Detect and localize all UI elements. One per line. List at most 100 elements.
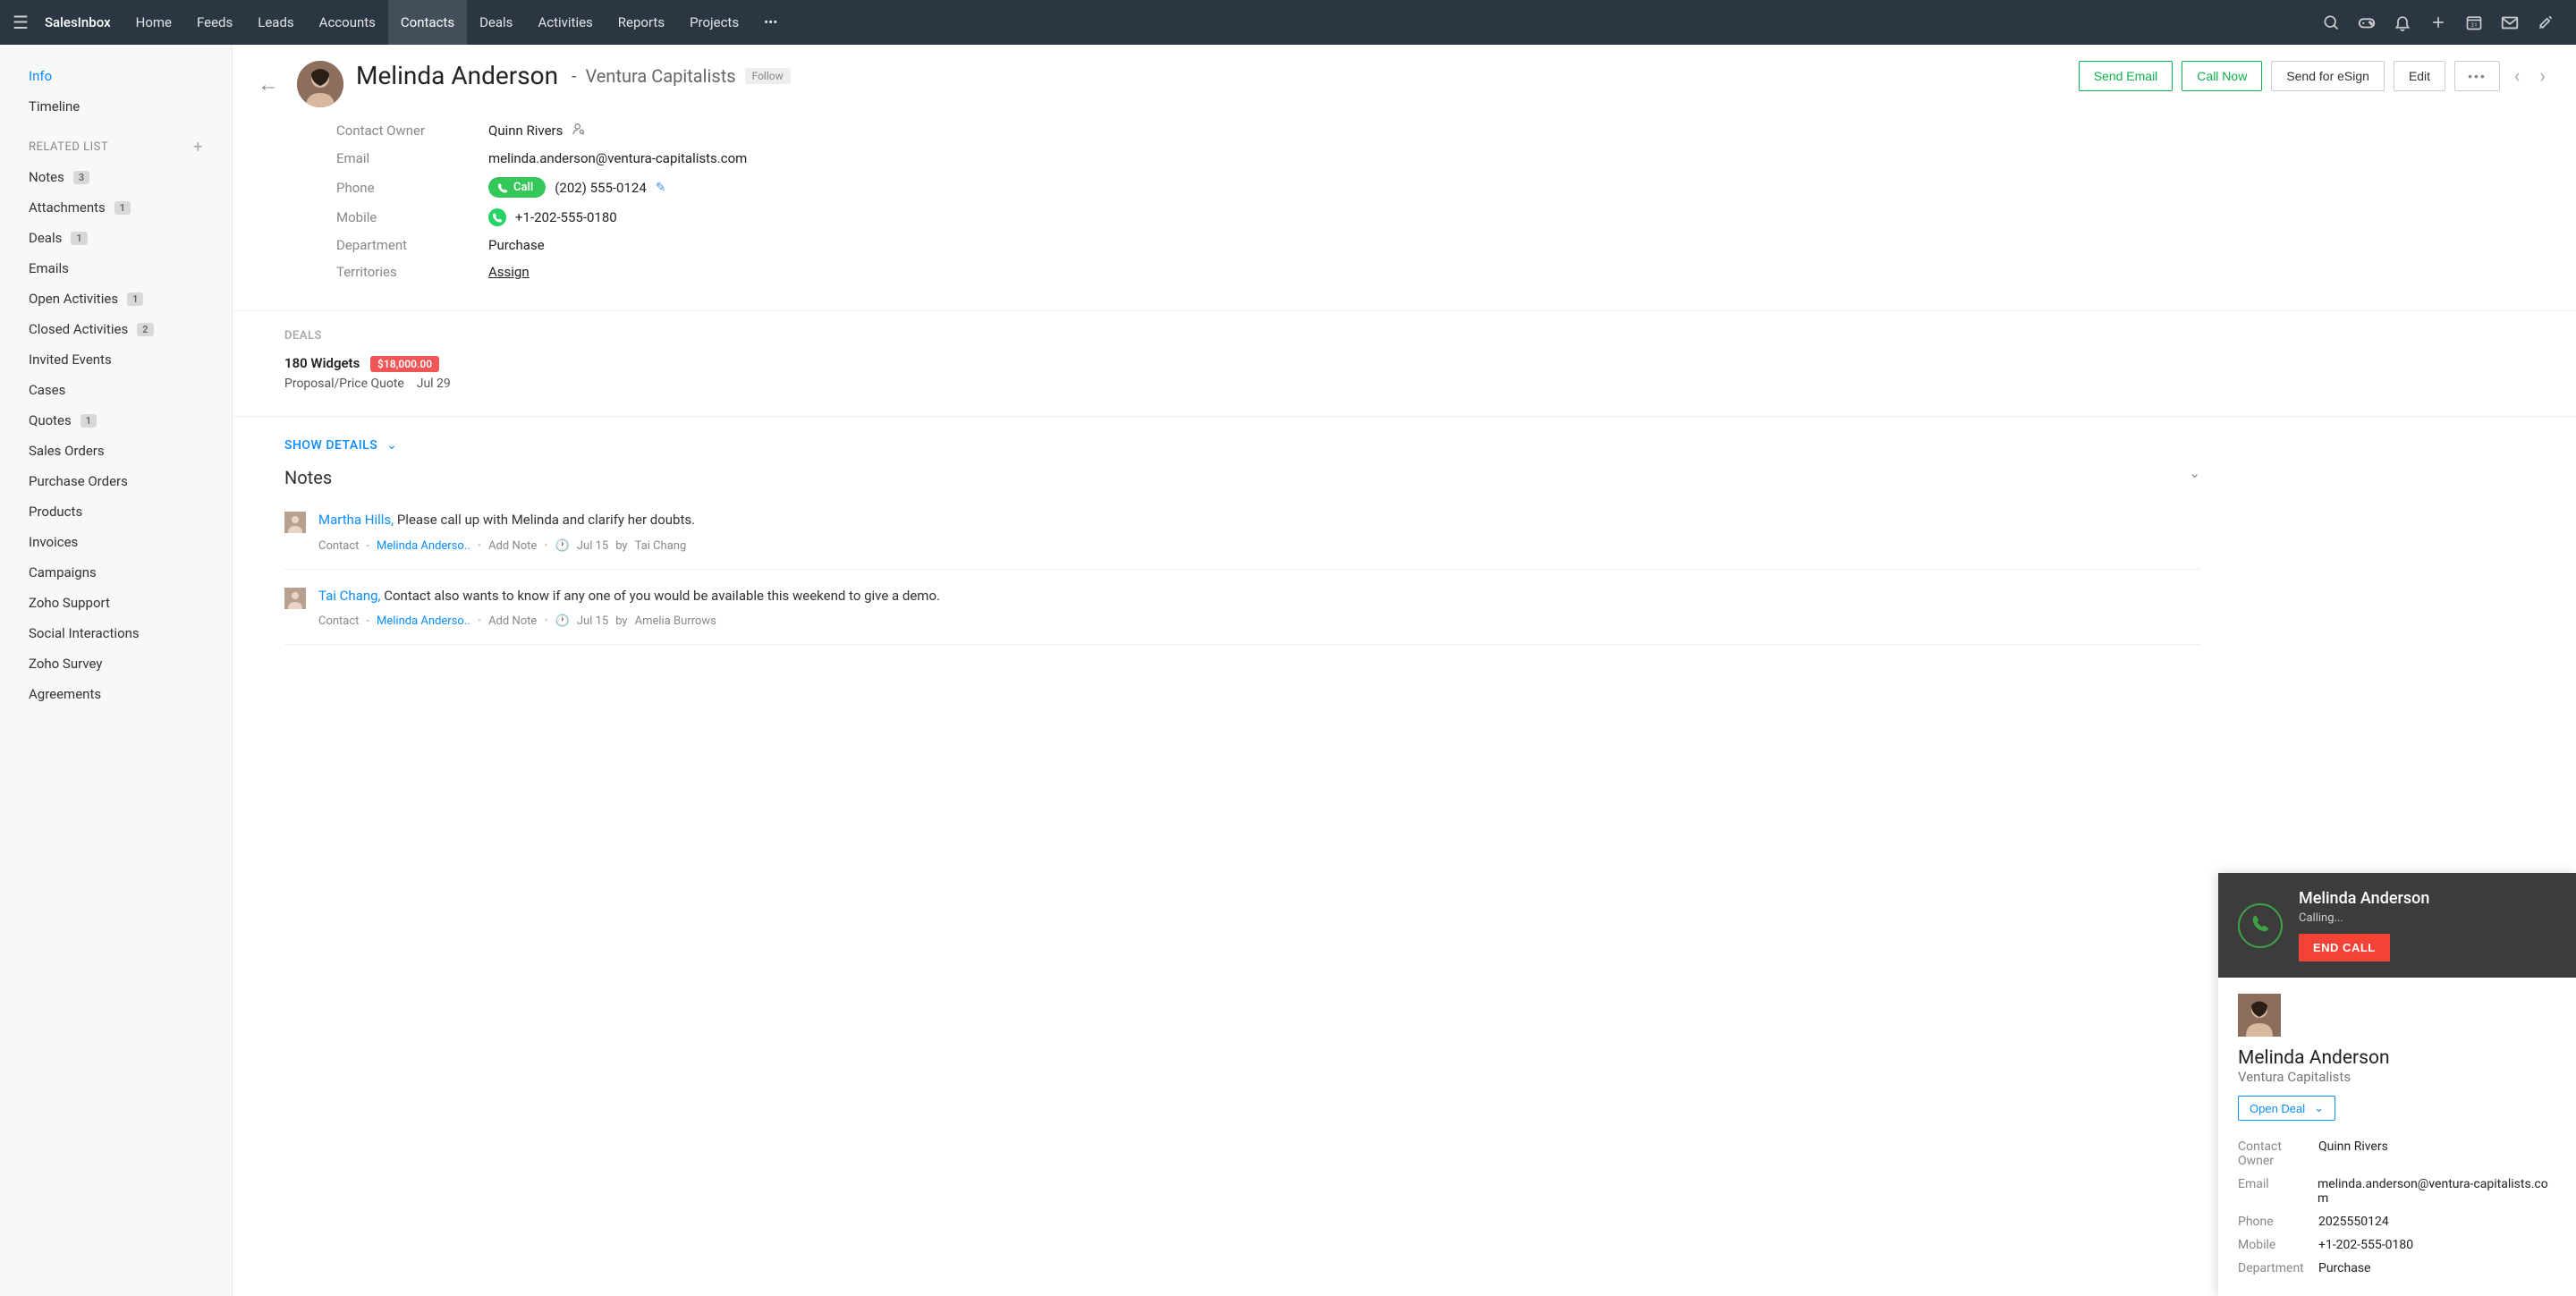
deal-meta: Proposal/Price Quote Jul 29 [284, 377, 2576, 412]
cp-owner-label: Contact Owner [2238, 1139, 2318, 1168]
note-date: Jul 15 [577, 614, 608, 628]
nav-leads[interactable]: Leads [245, 0, 306, 45]
show-details-toggle[interactable]: SHOW DETAILS ⌄ [284, 417, 397, 453]
nav-feeds[interactable]: Feeds [184, 0, 245, 45]
phone-value: (202) 555-0124 [555, 180, 647, 196]
sidebar-item[interactable]: Attachments1 [0, 192, 232, 223]
territories-label: Territories [336, 264, 488, 280]
cp-owner-value: Quinn Rivers [2318, 1139, 2388, 1168]
owner-value: Quinn Rivers [488, 123, 563, 139]
sidebar: InfoTimeline RELATED LIST + Notes3Attach… [0, 45, 233, 1296]
cp-phone-value: 2025550124 [2318, 1215, 2389, 1229]
note-related-link[interactable]: Melinda Anderso.. [377, 539, 470, 553]
count-badge: 1 [80, 414, 97, 428]
contact-name: Melinda Anderson [356, 61, 558, 90]
call-panel: Melinda Anderson Calling... END CALL Mel… [2218, 873, 2576, 1296]
department-label: Department [336, 237, 488, 253]
nav-deals[interactable]: Deals [467, 0, 525, 45]
call-panel-avatar [2238, 994, 2281, 1037]
sidebar-item[interactable]: Sales Orders [0, 436, 232, 466]
nav-contacts[interactable]: Contacts [388, 0, 467, 45]
notes-collapse-icon[interactable]: ⌄ [2189, 465, 2200, 481]
sidebar-item[interactable]: Social Interactions [0, 618, 232, 648]
add-note-link[interactable]: Add Note [488, 614, 537, 628]
sidebar-item[interactable]: Zoho Survey [0, 648, 232, 679]
sidebar-item[interactable]: Cases [0, 375, 232, 405]
whatsapp-icon[interactable] [488, 208, 506, 226]
prev-record-icon[interactable]: ‹ [2509, 65, 2526, 88]
mail-icon[interactable] [2492, 0, 2528, 45]
cp-mobile-value: +1-202-555-0180 [2318, 1238, 2413, 1252]
assign-territories-link[interactable]: Assign [488, 264, 530, 280]
end-call-button[interactable]: END CALL [2299, 934, 2390, 961]
cp-mobile-label: Mobile [2238, 1238, 2318, 1252]
next-record-icon[interactable]: › [2534, 65, 2551, 88]
contact-avatar [297, 61, 343, 107]
sidebar-item[interactable]: Products [0, 496, 232, 527]
nav-home[interactable]: Home [123, 0, 184, 45]
tools-icon[interactable] [2528, 0, 2563, 45]
note-author[interactable]: Martha Hills, [318, 512, 394, 528]
call-contact-name: Melinda Anderson [2299, 889, 2429, 908]
sidebar-item[interactable]: Emails [0, 253, 232, 284]
note-date: Jul 15 [577, 539, 608, 553]
search-icon[interactable] [2313, 0, 2349, 45]
owner-label: Contact Owner [336, 123, 488, 139]
chevron-down-icon: ⌄ [2314, 1101, 2324, 1115]
edit-phone-icon[interactable]: ✎ [656, 181, 666, 195]
more-menu[interactable]: ••• [751, 0, 790, 45]
hamburger-icon[interactable]: ☰ [13, 12, 29, 33]
nav-accounts[interactable]: Accounts [307, 0, 388, 45]
bell-icon[interactable] [2385, 0, 2420, 45]
count-badge: 1 [114, 201, 131, 215]
cp-department-value: Purchase [2318, 1261, 2370, 1275]
note-module-label: Contact [318, 614, 359, 628]
nav-activities[interactable]: Activities [525, 0, 605, 45]
nav-projects[interactable]: Projects [677, 0, 751, 45]
note-text: Please call up with Melinda and clarify … [397, 512, 695, 528]
sidebar-item[interactable]: Deals1 [0, 223, 232, 253]
note-creator: Tai Chang [635, 539, 687, 553]
call-panel-contact-name: Melinda Anderson [2238, 1047, 2556, 1069]
calendar-icon[interactable]: 31 [2456, 0, 2492, 45]
sidebar-item[interactable]: Quotes1 [0, 405, 232, 436]
owner-lookup-icon[interactable] [572, 122, 586, 140]
app-name[interactable]: SalesInbox [45, 0, 123, 45]
contact-details: Contact Owner Quinn Rivers Email melinda… [233, 107, 2576, 307]
contact-company: - Ventura Capitalists [567, 65, 736, 87]
sidebar-item[interactable]: Campaigns [0, 557, 232, 588]
add-note-link[interactable]: Add Note [488, 539, 537, 553]
sidebar-item[interactable]: Purchase Orders [0, 466, 232, 496]
deal-amount-badge: $18,000.00 [370, 356, 439, 372]
sidebar-item[interactable]: Invited Events [0, 344, 232, 375]
deal-name[interactable]: 180 Widgets $18,000.00 [284, 355, 2576, 371]
follow-button[interactable]: Follow [745, 68, 791, 84]
note-related-link[interactable]: Melinda Anderso.. [377, 614, 470, 628]
sidebar-item[interactable]: Open Activities1 [0, 284, 232, 314]
sidebar-timeline[interactable]: Timeline [0, 91, 232, 122]
sidebar-item[interactable]: Agreements [0, 679, 232, 709]
send-email-button[interactable]: Send Email [2079, 61, 2174, 91]
sidebar-info[interactable]: Info [0, 61, 232, 91]
plus-icon[interactable] [2420, 0, 2456, 45]
sidebar-item[interactable]: Closed Activities2 [0, 314, 232, 344]
sidebar-item[interactable]: Invoices [0, 527, 232, 557]
more-actions-button[interactable]: ••• [2454, 61, 2500, 91]
add-related-icon[interactable]: + [193, 138, 203, 157]
notes-section-title: Notes [284, 467, 332, 488]
nav-reports[interactable]: Reports [606, 0, 677, 45]
gamepad-icon[interactable] [2349, 0, 2385, 45]
email-label: Email [336, 150, 488, 166]
svg-text:31: 31 [2470, 21, 2477, 29]
call-button[interactable]: Call [488, 177, 546, 198]
related-list-header: RELATED LIST + [0, 122, 232, 162]
sidebar-item[interactable]: Zoho Support [0, 588, 232, 618]
back-arrow-icon[interactable]: ← [258, 72, 279, 97]
open-deal-button[interactable]: Open Deal⌄ [2238, 1096, 2335, 1121]
edit-button[interactable]: Edit [2394, 61, 2445, 91]
note-author[interactable]: Tai Chang, [318, 588, 381, 604]
send-esign-button[interactable]: Send for eSign [2271, 61, 2385, 91]
email-value[interactable]: melinda.anderson@ventura-capitalists.com [488, 150, 747, 166]
call-now-button[interactable]: Call Now [2182, 61, 2262, 91]
sidebar-item[interactable]: Notes3 [0, 162, 232, 192]
